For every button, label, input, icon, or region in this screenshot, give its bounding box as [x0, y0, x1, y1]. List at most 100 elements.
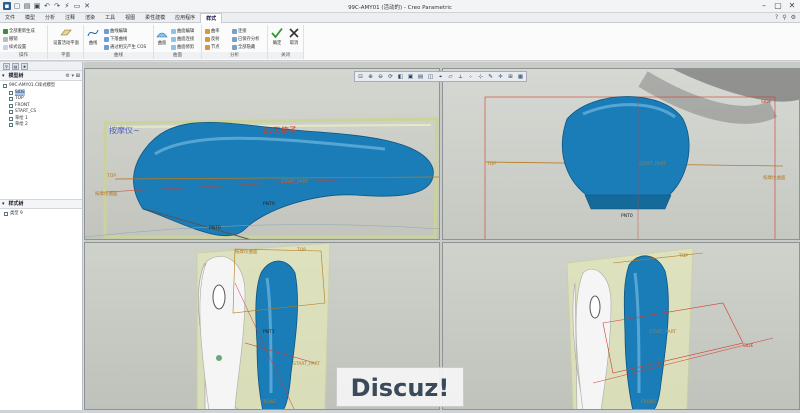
regenerate-all-button[interactable]: 全部重新生成	[3, 28, 35, 34]
hide-all-button[interactable]: 全部隐藏	[232, 44, 255, 50]
sketch-icon	[9, 116, 13, 121]
pane-label: PNT0	[209, 225, 221, 231]
annotation-display-icon[interactable]: ✎	[486, 73, 495, 81]
tab-0[interactable]: 文件	[0, 13, 20, 23]
style-item-label: 类型 9	[10, 210, 23, 216]
favorites-tab-icon[interactable]: ★	[21, 63, 28, 70]
pane-label: TOP	[296, 247, 306, 253]
surface-trim-button[interactable]: 曲面修剪	[171, 44, 194, 50]
surface-trim-icon	[171, 44, 176, 50]
ok-button[interactable]: 确定	[269, 27, 285, 46]
refit-icon[interactable]: ⊡	[356, 73, 365, 81]
view-manager-icon[interactable]: ▤	[416, 73, 425, 81]
saved-views-icon[interactable]: ▣	[406, 73, 415, 81]
surface-edit-button[interactable]: 曲面编辑	[171, 28, 194, 34]
connect-icon	[232, 28, 237, 34]
minimize-button[interactable]: –	[759, 1, 769, 11]
pane-label: FRONT	[641, 399, 657, 405]
curvature-icon	[205, 28, 210, 34]
style-item[interactable]: 类型 9	[0, 211, 82, 218]
undo-button[interactable]: 撤销	[3, 36, 18, 42]
surface-connect-button[interactable]: 曲面连接	[171, 36, 194, 42]
model-tree-title: 模型树	[8, 73, 24, 79]
pane-label: START_PART	[639, 161, 666, 167]
axis-display-icon[interactable]: ⟂	[456, 73, 465, 81]
curve-edit-button[interactable]: 曲线编辑	[104, 28, 127, 34]
drop-curve-icon	[104, 36, 109, 42]
pane-label: TOP	[106, 173, 116, 179]
group-plane: 设置活动平面 平面	[48, 25, 84, 59]
display-style-icon[interactable]: ◧	[396, 73, 405, 81]
point-display-icon[interactable]: ⁘	[466, 73, 475, 81]
tabs-right-controls: ? ⚲ ⚙	[775, 14, 796, 21]
style-tree-header: ▾ 样式树	[0, 198, 82, 209]
tab-8[interactable]: 应用程序	[170, 13, 200, 23]
pane-label: TOP	[678, 253, 688, 259]
reflection-button[interactable]: 反射	[205, 36, 220, 42]
viewport-pane-top-left[interactable]: 按摩仪~ by天使子 TOP 按摩仪曲面 START_PART PNT0 PNT…	[84, 68, 440, 240]
collapse-icon[interactable]: ▾	[2, 201, 5, 207]
title-bar: ▪ ▢ ▤ ▣ ↶ ↷ ⚡ ▭ ✕ 99C-AMY01 (活动的) - Creo…	[0, 0, 800, 13]
pane-label: SIDE	[743, 343, 754, 349]
model-tree-tab-icon[interactable]: ⚲	[3, 63, 10, 70]
ribbon: 全部重新生成 撤销 样式设置 操作 设置活动平面 平面 曲线 曲线编辑 下落曲线…	[0, 23, 800, 61]
zoom-out-icon[interactable]: ⊖	[376, 73, 385, 81]
model-view-top-left: 按摩仪~ by天使子 TOP 按摩仪曲面 START_PART PNT0 PNT…	[85, 117, 439, 239]
window-title: 99C-AMY01 (活动的) - Creo Parametric	[348, 5, 452, 11]
pane-label: START_PART	[649, 329, 676, 335]
layout-icon[interactable]: ⊞	[506, 73, 515, 81]
tree-settings-icon[interactable]: ⚙ ▾ ⊞	[65, 73, 80, 79]
tab-9[interactable]: 样式	[200, 13, 223, 23]
pane-label: TOP	[486, 161, 496, 167]
repaint-icon[interactable]: ⟳	[386, 73, 395, 81]
zoom-in-icon[interactable]: ⊕	[366, 73, 375, 81]
search-icon[interactable]: ⚲	[782, 14, 786, 21]
connect-button[interactable]: 连接	[232, 28, 247, 34]
plane-display-icon[interactable]: ▱	[446, 73, 455, 81]
curvature-button[interactable]: 曲率	[205, 28, 220, 34]
set-active-plane-button[interactable]: 设置活动平面	[51, 27, 81, 46]
settings-icon[interactable]: ⚙	[791, 14, 796, 21]
cos-intersect-button[interactable]: 通过相交产生 COS	[104, 44, 146, 50]
node-button[interactable]: 节点	[205, 44, 220, 50]
surface-button[interactable]: 曲面	[155, 27, 169, 46]
style-tree-title: 样式树	[8, 201, 24, 207]
pane-label: START_PART	[281, 179, 308, 185]
drop-curve-button[interactable]: 下落曲线	[104, 36, 127, 42]
group-curve: 曲线 曲线编辑 下落曲线 通过相交产生 COS 曲线	[84, 25, 154, 59]
pane-label: PNT0	[263, 201, 275, 207]
graphics-viewport[interactable]: ⊡ ⊕ ⊖ ⟳ ◧ ▣ ▤ ◫ ⌖ ▱ ⟂ ⁘ ⊹ ✎ ✛ ⊞ ▦ 按摩仪~ b…	[84, 62, 800, 410]
viewport-pane-bottom-right[interactable]: TOP START_PART SIDE FRONT	[442, 242, 800, 410]
section-icon[interactable]: ◫	[426, 73, 435, 81]
close-button[interactable]: ✕	[787, 1, 797, 11]
group-analysis: 曲率 反射 节点 连接 已保存分析 全部隐藏 分析	[202, 25, 268, 59]
part-icon	[3, 84, 7, 89]
cancel-button[interactable]: 取消	[286, 27, 302, 46]
tab-4[interactable]: 渲染	[80, 13, 100, 23]
watermark: Discuz!	[336, 367, 464, 407]
style-settings-button[interactable]: 样式设置	[3, 44, 26, 50]
surface-edit-icon	[171, 28, 176, 34]
datum-display-icon[interactable]: ⌖	[436, 73, 445, 81]
spin-center-icon[interactable]: ✛	[496, 73, 505, 81]
style-tree-list: 类型 9	[0, 209, 82, 218]
tab-7[interactable]: 柔性建模	[140, 13, 170, 23]
grid-icon[interactable]: ▦	[516, 73, 525, 81]
tab-2[interactable]: 分析	[40, 13, 60, 23]
folder-browser-tab-icon[interactable]: ▤	[12, 63, 19, 70]
pane-label: FRONT	[261, 399, 277, 405]
saved-analysis-button[interactable]: 已保存分析	[232, 36, 259, 42]
model-view-bottom-right: TOP START_PART SIDE FRONT	[566, 247, 774, 409]
help-icon[interactable]: ?	[775, 14, 778, 21]
curve-button[interactable]: 曲线	[85, 27, 101, 46]
csys-display-icon[interactable]: ⊹	[476, 73, 485, 81]
panel-toolbar: ⚲ ▤ ★	[0, 62, 82, 71]
tab-5[interactable]: 工具	[100, 13, 120, 23]
tab-1[interactable]: 模型	[20, 13, 40, 23]
tab-3[interactable]: 注释	[60, 13, 80, 23]
viewport-pane-top-right[interactable]: SIDE TOP START_PART 按摩仪曲面 PNT0	[442, 68, 800, 240]
tab-6[interactable]: 视图	[120, 13, 140, 23]
collapse-icon[interactable]: ▾	[2, 73, 5, 79]
maximize-button[interactable]: ▢	[773, 1, 783, 11]
sketch-icon	[9, 123, 13, 128]
